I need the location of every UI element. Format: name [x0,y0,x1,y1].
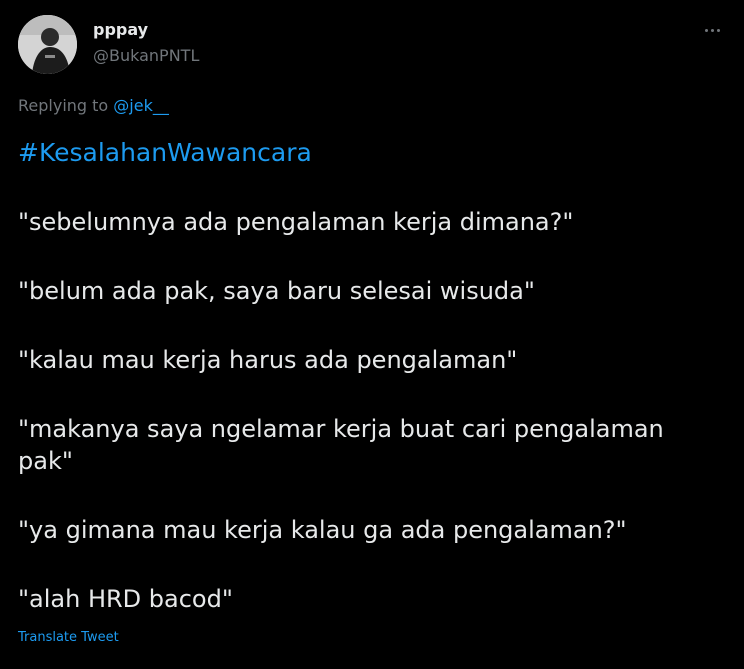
more-dot [704,28,708,32]
tweet: pppay @BukanPNTL Replying to @jek__ #Kes… [0,0,744,669]
replying-to: Replying to @jek__ [18,96,169,115]
tweet-paragraph: "makanya saya ngelamar kerja buat cari p… [18,415,664,475]
display-name[interactable]: pppay [93,20,148,39]
avatar[interactable] [18,15,77,74]
tweet-paragraph: "kalau mau kerja harus ada pengalaman" [18,346,518,374]
user-handle[interactable]: @BukanPNTL [93,46,199,65]
tweet-paragraph: "belum ada pak, saya baru selesai wisuda… [18,277,535,305]
tweet-text: #KesalahanWawancara "sebelumnya ada peng… [18,137,718,615]
more-options-icon[interactable] [698,18,726,42]
replying-to-handle-link[interactable]: @jek__ [113,96,169,115]
replying-prefix: Replying to [18,96,114,115]
translate-tweet-link[interactable]: Translate Tweet [18,630,119,645]
more-dot [716,28,720,32]
hashtag-link[interactable]: #KesalahanWawancara [18,137,718,169]
tweet-paragraph: "sebelumnya ada pengalaman kerja dimana?… [18,208,574,236]
more-dot [710,28,714,32]
tweet-paragraph: "ya gimana mau kerja kalau ga ada pengal… [18,516,627,544]
tweet-paragraph: "alah HRD bacod" [18,585,233,613]
